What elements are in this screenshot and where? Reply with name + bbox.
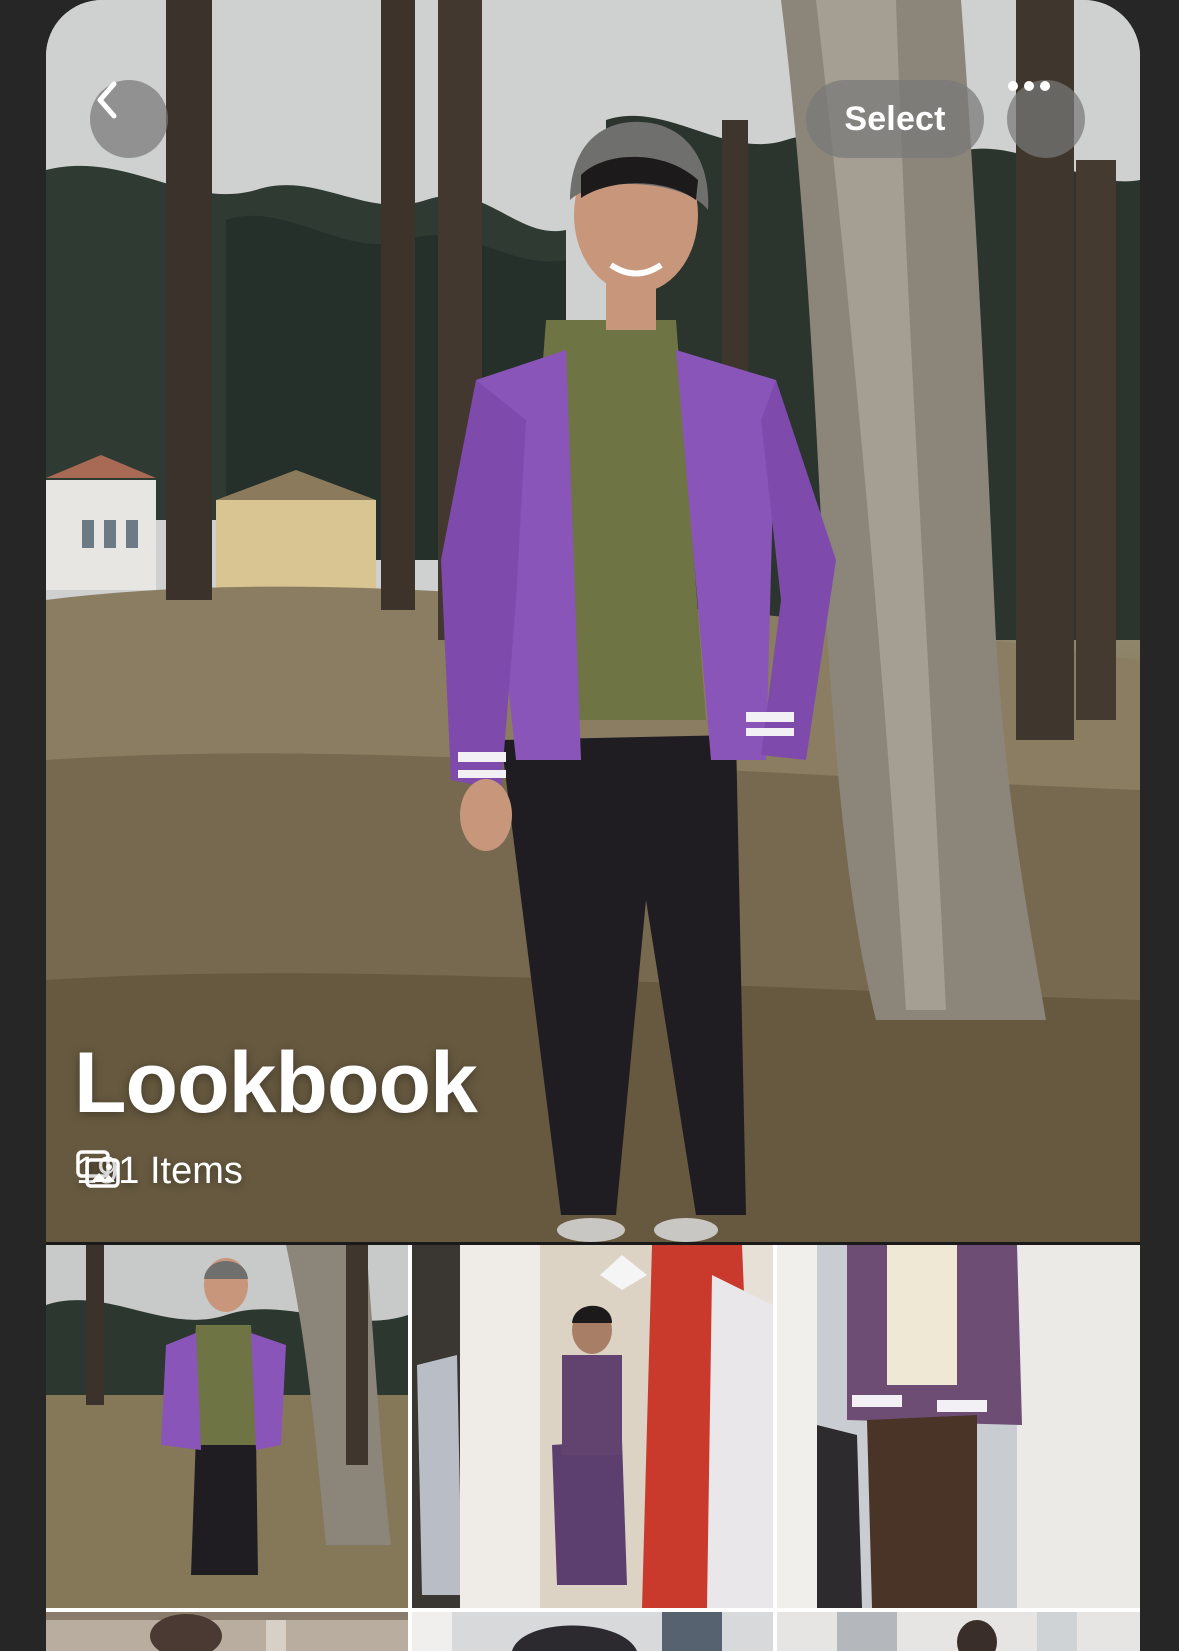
back-button[interactable]: [90, 80, 168, 158]
ellipsis-icon: [1008, 81, 1050, 91]
album-item-count: 191 Items: [76, 1150, 243, 1193]
photo-grid: [46, 1245, 1140, 1651]
thumbnail-image: [46, 1612, 408, 1651]
photo-thumbnail[interactable]: [777, 1612, 1140, 1651]
photo-stack-icon: [76, 1150, 120, 1188]
photo-thumbnail[interactable]: [777, 1245, 1140, 1608]
photo-thumbnail[interactable]: [412, 1612, 773, 1651]
chevron-left-icon: [97, 81, 117, 119]
thumbnail-image: [777, 1612, 1140, 1651]
photo-thumbnail[interactable]: [46, 1245, 408, 1608]
album-title: Lookbook: [74, 1035, 478, 1131]
photo-thumbnail[interactable]: [46, 1612, 408, 1651]
photo-thumbnail[interactable]: [412, 1245, 773, 1608]
more-options-button[interactable]: [1007, 80, 1085, 158]
album-view: Select Lookbook 191 Items: [46, 0, 1140, 1651]
thumbnail-image: [46, 1245, 408, 1608]
album-cover-photo: Select Lookbook 191 Items: [46, 0, 1140, 1242]
thumbnail-image: [777, 1245, 1140, 1608]
thumbnail-image: [412, 1612, 773, 1651]
thumbnail-image: [412, 1245, 773, 1608]
select-button[interactable]: Select: [806, 80, 984, 158]
